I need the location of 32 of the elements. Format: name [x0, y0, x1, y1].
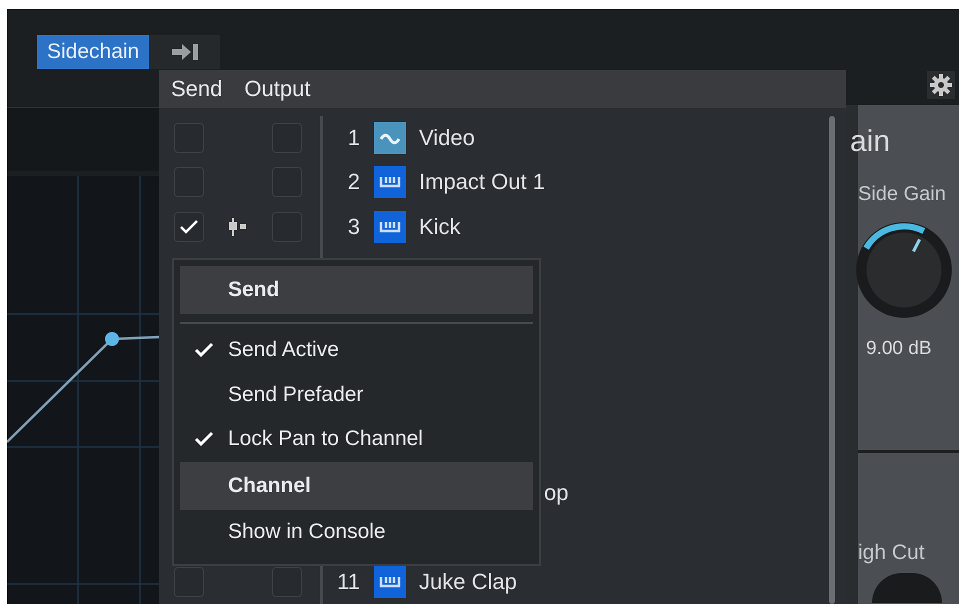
menu-item[interactable]: Send Active — [180, 328, 533, 372]
column-header: Output — [244, 76, 310, 102]
panel-title: ain — [850, 125, 890, 159]
route-tab[interactable] — [149, 35, 220, 69]
menu-header: Send — [180, 266, 533, 314]
track-number: 11 — [336, 568, 360, 595]
menu-item[interactable]: Send Prefader — [180, 372, 533, 417]
knob-label: igh Cut — [858, 541, 925, 565]
send-checkbox[interactable] — [174, 212, 204, 242]
keyboard-icon — [374, 210, 406, 243]
column-header: Send — [171, 76, 222, 102]
knob-reading: 9.00 dB — [866, 338, 932, 360]
menu-item[interactable]: Lock Pan to Channel — [180, 417, 533, 462]
track-name[interactable]: Kick — [419, 214, 461, 240]
arrow-to-bar-icon — [170, 43, 200, 61]
track-name[interactable]: Video — [419, 124, 475, 151]
settings-icon[interactable] — [927, 71, 955, 99]
track-number: 1 — [346, 124, 360, 151]
track-name[interactable]: Impact Out 1 — [419, 169, 545, 196]
keyboard-icon — [374, 166, 406, 198]
keyboard-icon — [374, 566, 406, 598]
sidechain-tab[interactable]: Sidechain — [37, 35, 150, 69]
track-name[interactable]: Juke Clap — [419, 568, 517, 595]
scrollbar[interactable] — [829, 116, 835, 604]
track-number: 2 — [346, 169, 360, 196]
menu-item[interactable]: Show in Console — [180, 510, 533, 554]
track-number: 3 — [346, 214, 360, 240]
menu-header: Channel — [180, 462, 533, 510]
knob-label: Side Gain — [858, 183, 946, 206]
check-icon — [179, 218, 199, 235]
track-name[interactable]: op — [544, 480, 568, 506]
wave-icon — [374, 122, 406, 154]
